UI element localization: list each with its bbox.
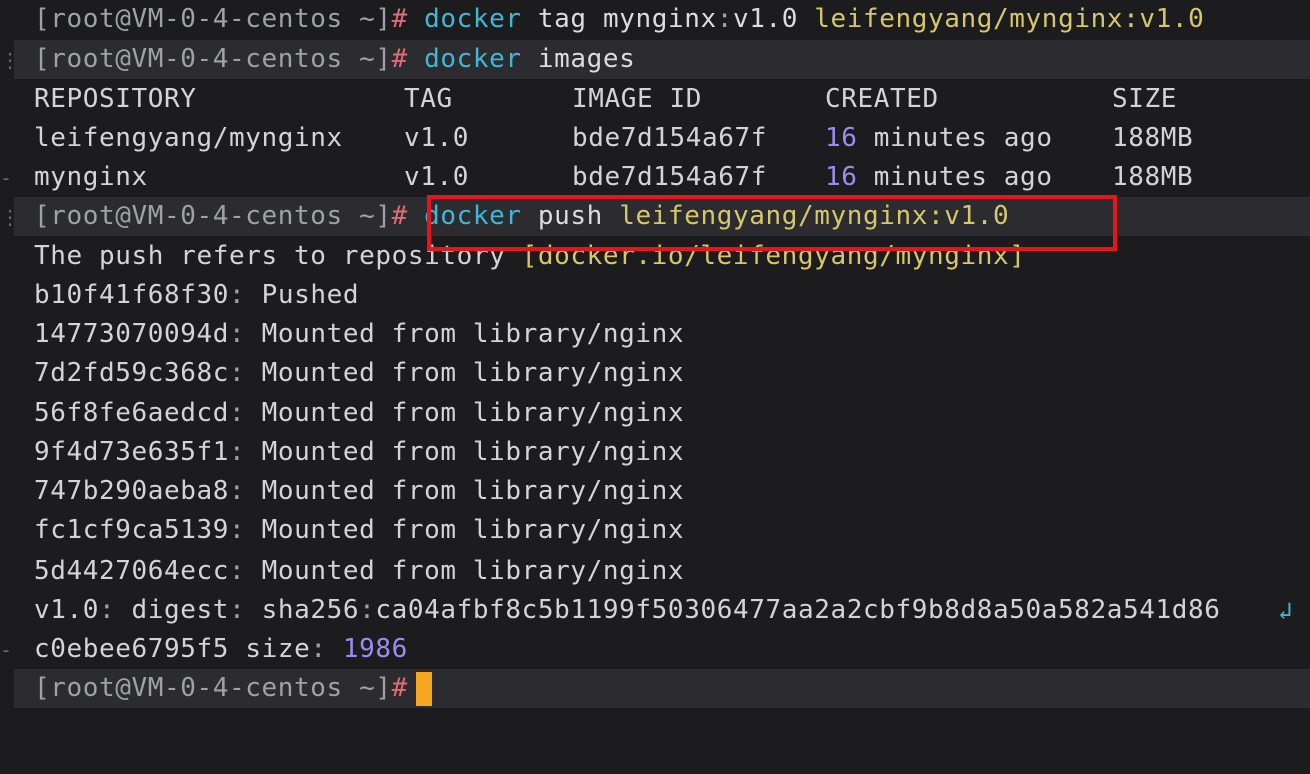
terminal-window[interactable]: ⋮ - ⋮ - [root@VM-0-4-centos ~]# docker t… [0,0,1310,774]
fold-marker-icon: ⋮ [0,205,20,229]
command-tag: v1.0 [732,4,798,34]
gutter: ⋮ - ⋮ - [0,0,20,774]
layer-id: 9f4d73e635f1 [34,437,230,467]
cell-tag: v1.0 [404,162,470,192]
prompt: [root@VM-0-4-centos ~] [34,673,392,703]
created-number: 16 [825,123,858,153]
prompt: [root@VM-0-4-centos ~] [34,44,392,74]
command-sub: tag [537,4,587,34]
layer-status: Mounted from library/nginx [261,476,685,506]
column-header-image-id: IMAGE ID [572,84,703,114]
command-arg: mynginx [602,4,717,34]
prompt-hash: # [391,44,408,74]
digest-label: digest [131,595,230,625]
layer-line: fc1cf9ca5139: Mounted from library/nginx [34,515,685,545]
prompt: [root@VM-0-4-centos ~] [34,4,392,34]
cell-size: 188MB [1112,123,1194,153]
prompt-hash: # [391,4,408,34]
line-marker-icon: - [0,638,13,662]
wrap-arrow-icon: ↲ [1278,597,1293,625]
layer-line: 56f8fe6aedcd: Mounted from library/nginx [34,398,685,428]
column-header-tag: TAG [404,84,453,114]
command-sub: images [537,44,636,74]
created-number: 16 [825,162,858,192]
layer-id: b10f41f68f30 [34,280,230,310]
layer-line: b10f41f68f30: Pushed [34,280,360,310]
command-name: docker [424,4,522,34]
cell-size: 188MB [1112,162,1194,192]
images-table-header: REPOSITORY TAG IMAGE ID CREATED SIZE [34,80,1284,119]
cell-image-id: bde7d154a67f [572,162,768,192]
layer-line: 14773070094d: Mounted from library/nginx [34,319,685,349]
layer-status: Mounted from library/nginx [261,437,685,467]
cell-created: 16 minutes ago [825,158,1053,197]
cell-created: 16 minutes ago [825,119,1053,158]
layer-id: fc1cf9ca5139 [34,515,230,545]
cell-tag: v1.0 [404,123,470,153]
command-colon: : [716,4,733,34]
digest-algo: sha256 [261,595,360,625]
column-header-repository: REPOSITORY [34,84,197,114]
fold-marker-icon: ⋮ [0,48,20,72]
layer-id: 56f8fe6aedcd [34,398,230,428]
layer-status: Mounted from library/nginx [261,319,685,349]
digest-hash-part2: c0ebee6795f5 [34,634,230,664]
layer-id: 5d4427064ecc [34,556,230,586]
layer-status: Mounted from library/nginx [261,515,685,545]
line-marker-icon: - [0,166,13,190]
digest-line: v1.0: digest: sha256:ca04afbf8c5b1199f50… [34,595,1221,625]
cell-image-id: bde7d154a67f [572,123,768,153]
text-cursor [415,671,432,706]
layer-status: Pushed [261,280,360,310]
digest-tag: v1.0 [34,595,100,625]
command-name: docker [424,44,522,74]
size-label: size [245,634,311,664]
terminal-line-images-command: [root@VM-0-4-centos ~]# docker images [14,40,1310,79]
created-text: minutes ago [873,123,1053,153]
created-text: minutes ago [873,162,1053,192]
highlight-annotation-box [427,195,1117,251]
layer-id: 747b290aeba8 [34,476,230,506]
table-row: leifengyang/mynginx v1.0 bde7d154a67f 16… [34,119,1284,158]
prompt: [root@VM-0-4-centos ~] [34,201,392,231]
column-header-size: SIZE [1112,84,1178,114]
table-row: mynginx v1.0 bde7d154a67f 16 minutes ago… [34,158,1284,197]
layer-status: Mounted from library/nginx [261,358,685,388]
layer-line: 7d2fd59c368c: Mounted from library/nginx [34,358,685,388]
prompt-hash: # [391,201,408,231]
command-target: leifengyang/mynginx:v1.0 [814,4,1205,34]
cell-repository: leifengyang/mynginx [34,123,343,153]
layer-id: 7d2fd59c368c [34,358,230,388]
layer-line: 9f4d73e635f1: Mounted from library/nginx [34,437,685,467]
layer-status: Mounted from library/nginx [261,556,685,586]
digest-continuation-line: c0ebee6795f5 size: 1986 [34,634,408,664]
cell-repository: mynginx [34,162,148,192]
layer-line: 747b290aeba8: Mounted from library/nginx [34,476,685,506]
terminal-line-tag-command: [root@VM-0-4-centos ~]# docker tag myngi… [34,0,1204,39]
layer-line: 5d4427064ecc: Mounted from library/nginx [34,556,685,586]
size-value: 1986 [342,634,408,664]
terminal-line-current-prompt[interactable]: [root@VM-0-4-centos ~]# [14,669,1310,708]
column-header-created: CREATED [825,84,939,114]
layer-status: Mounted from library/nginx [261,398,685,428]
prompt-hash: # [391,673,408,703]
layer-id: 14773070094d [34,319,230,349]
digest-hash-part1: ca04afbf8c5b1199f50306477aa2a2cbf9b8d8a5… [375,595,1221,625]
